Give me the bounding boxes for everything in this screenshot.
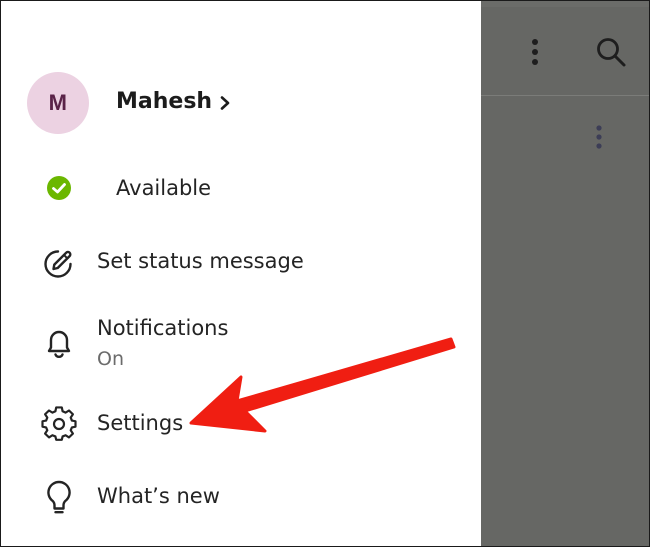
lightbulb-icon bbox=[47, 480, 71, 514]
overlay-top-strip bbox=[481, 1, 649, 7]
screenshot-frame: M Mahesh Available Set status message No… bbox=[0, 0, 650, 547]
pencil-circle-icon bbox=[44, 250, 72, 278]
status-label[interactable]: Available bbox=[116, 176, 211, 200]
background-header-divider bbox=[481, 95, 649, 96]
check-circle-icon bbox=[47, 176, 71, 200]
more-vertical-icon[interactable] bbox=[592, 124, 606, 152]
callout-arrow bbox=[189, 337, 456, 433]
avatar-initial: M bbox=[48, 90, 68, 115]
gear-icon bbox=[41, 406, 77, 441]
navigation-drawer: M Mahesh Available Set status message No… bbox=[1, 1, 481, 546]
avatar[interactable]: M bbox=[27, 72, 89, 134]
whats-new-label[interactable]: What’s new bbox=[97, 484, 220, 508]
profile-name[interactable]: Mahesh bbox=[116, 89, 212, 114]
dimmed-background-overlay[interactable] bbox=[481, 1, 649, 546]
more-vertical-icon[interactable] bbox=[527, 37, 543, 67]
search-icon[interactable] bbox=[595, 36, 627, 68]
bell-icon bbox=[47, 330, 71, 358]
settings-label[interactable]: Settings bbox=[97, 411, 183, 435]
notifications-state: On bbox=[97, 348, 124, 370]
chevron-right-icon[interactable] bbox=[219, 96, 231, 110]
set-status-message-label[interactable]: Set status message bbox=[97, 249, 304, 273]
